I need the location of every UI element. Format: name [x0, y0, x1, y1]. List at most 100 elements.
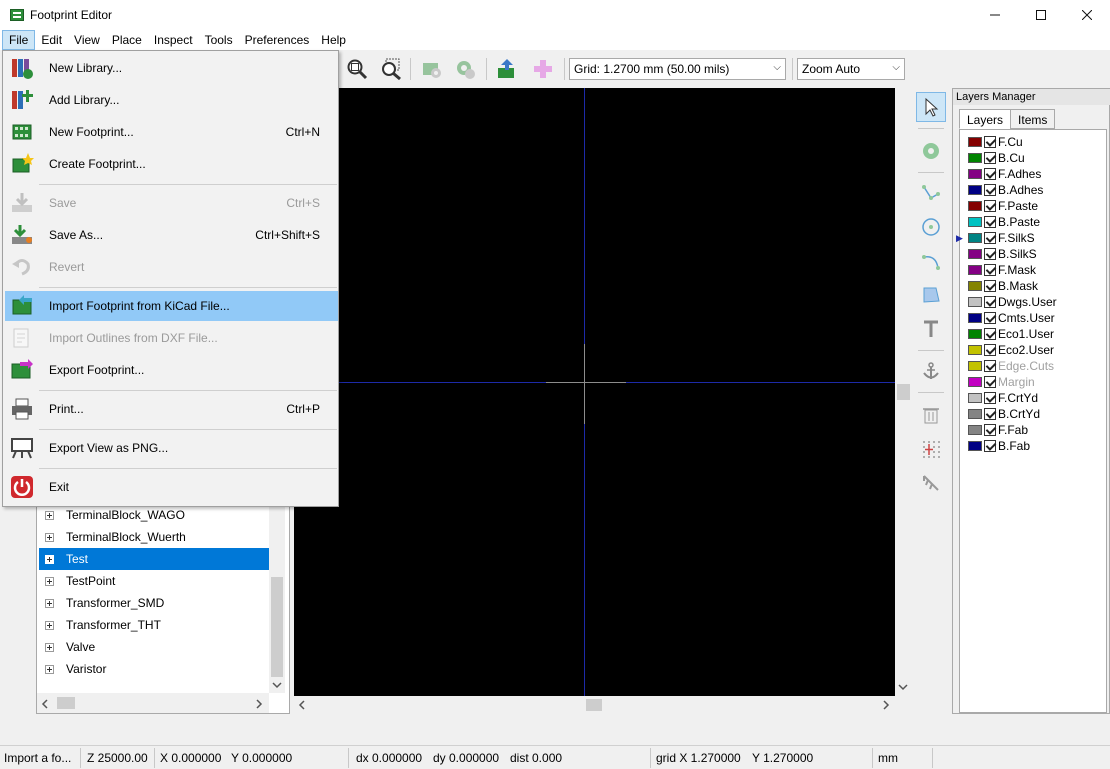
- layer-name[interactable]: B.Adhes: [998, 183, 1043, 197]
- footprint-settings-button[interactable]: [418, 56, 444, 82]
- layer-row[interactable]: F.Fab: [964, 422, 1028, 438]
- menu-preferences[interactable]: Preferences: [239, 30, 316, 50]
- layer-name[interactable]: Dwgs.User: [998, 295, 1057, 309]
- layer-name[interactable]: B.Paste: [998, 215, 1040, 229]
- draw-line-button[interactable]: [916, 178, 946, 208]
- expand-icon[interactable]: [45, 554, 54, 564]
- layer-name[interactable]: F.CrtYd: [998, 391, 1038, 405]
- list-item[interactable]: Valve: [39, 636, 269, 658]
- layer-row[interactable]: B.Fab: [964, 438, 1030, 454]
- layer-name[interactable]: F.Cu: [998, 135, 1023, 149]
- menu-item-create-footprint[interactable]: Create Footprint...: [5, 149, 338, 179]
- list-item[interactable]: Transformer_SMD: [39, 592, 269, 614]
- menu-item-import-footprint[interactable]: Import Footprint from KiCad File...: [5, 291, 338, 321]
- layer-visibility-checkbox[interactable]: [984, 312, 996, 324]
- layer-color-swatch[interactable]: [968, 137, 982, 147]
- layer-row[interactable]: Edge.Cuts: [964, 358, 1054, 374]
- layer-visibility-checkbox[interactable]: [984, 264, 996, 276]
- layer-visibility-checkbox[interactable]: [984, 344, 996, 356]
- layer-name[interactable]: Margin: [998, 375, 1035, 389]
- scroll-thumb[interactable]: [586, 699, 602, 711]
- menu-item-save-as[interactable]: Save As... Ctrl+Shift+S: [5, 220, 338, 250]
- scroll-thumb[interactable]: [897, 384, 910, 400]
- menu-inspect[interactable]: Inspect: [148, 30, 199, 50]
- layer-color-swatch[interactable]: [968, 345, 982, 355]
- layer-visibility-checkbox[interactable]: [984, 184, 996, 196]
- layer-color-swatch[interactable]: [968, 377, 982, 387]
- menu-edit[interactable]: Edit: [35, 30, 68, 50]
- menu-item-export-png[interactable]: Export View as PNG...: [5, 433, 338, 463]
- layer-color-swatch[interactable]: [968, 361, 982, 371]
- layer-row[interactable]: Dwgs.User: [964, 294, 1057, 310]
- layer-name[interactable]: Eco1.User: [998, 327, 1054, 341]
- layer-color-swatch[interactable]: [968, 265, 982, 275]
- layer-visibility-checkbox[interactable]: [984, 296, 996, 308]
- chevron-left-icon[interactable]: [41, 699, 49, 709]
- select-tool-button[interactable]: [916, 92, 946, 122]
- menu-item-revert[interactable]: Revert: [5, 252, 338, 282]
- chevron-down-icon[interactable]: [898, 683, 908, 691]
- place-anchor-button[interactable]: [916, 356, 946, 386]
- menu-view[interactable]: View: [68, 30, 106, 50]
- layer-visibility-checkbox[interactable]: [984, 440, 996, 452]
- layer-row[interactable]: F.Cu: [964, 134, 1023, 150]
- layer-name[interactable]: B.SilkS: [998, 247, 1037, 261]
- add-pad-button[interactable]: [916, 136, 946, 166]
- layer-row[interactable]: B.Mask: [964, 278, 1038, 294]
- menu-item-new-library[interactable]: New Library...: [5, 53, 338, 83]
- list-item[interactable]: TestPoint: [39, 570, 269, 592]
- layer-name[interactable]: F.Adhes: [998, 167, 1041, 181]
- scroll-thumb[interactable]: [271, 577, 283, 677]
- layer-row[interactable]: Eco2.User: [964, 342, 1054, 358]
- layer-color-swatch[interactable]: [968, 329, 982, 339]
- layer-row[interactable]: ▶ F.SilkS: [956, 230, 1035, 246]
- list-item[interactable]: TerminalBlock_Wuerth: [39, 526, 269, 548]
- layer-row[interactable]: F.Paste: [964, 198, 1038, 214]
- layer-row[interactable]: B.SilkS: [964, 246, 1037, 262]
- grid-select[interactable]: Grid: 1.2700 mm (50.00 mils) ⌵: [569, 58, 786, 80]
- layer-color-swatch[interactable]: [968, 425, 982, 435]
- layer-visibility-checkbox[interactable]: [984, 392, 996, 404]
- layer-visibility-checkbox[interactable]: [984, 280, 996, 292]
- list-item[interactable]: Varistor: [39, 658, 269, 680]
- layer-name[interactable]: F.Fab: [998, 423, 1028, 437]
- menu-help[interactable]: Help: [315, 30, 352, 50]
- layer-row[interactable]: B.CrtYd: [964, 406, 1040, 422]
- layer-visibility-checkbox[interactable]: [984, 216, 996, 228]
- load-footprint-from-board-button[interactable]: [494, 56, 520, 82]
- chevron-right-icon[interactable]: [882, 700, 890, 710]
- layer-name[interactable]: B.Cu: [998, 151, 1025, 165]
- zoom-selection-button[interactable]: [378, 56, 404, 82]
- menu-item-add-library[interactable]: Add Library...: [5, 85, 338, 115]
- insert-footprint-button[interactable]: [530, 56, 556, 82]
- menu-item-print[interactable]: Print... Ctrl+P: [5, 394, 338, 424]
- list-item[interactable]: TerminalBlock_WAGO: [39, 504, 269, 526]
- layer-visibility-checkbox[interactable]: [984, 152, 996, 164]
- draw-circle-button[interactable]: [916, 212, 946, 242]
- layer-color-swatch[interactable]: [968, 441, 982, 451]
- layer-color-swatch[interactable]: [968, 201, 982, 211]
- menu-item-exit[interactable]: Exit: [5, 472, 338, 502]
- scroll-thumb[interactable]: [57, 697, 75, 709]
- layer-row[interactable]: Eco1.User: [964, 326, 1054, 342]
- list-item-selected[interactable]: Test: [39, 548, 269, 570]
- library-horizontal-scrollbar[interactable]: [37, 693, 269, 713]
- chevron-down-icon[interactable]: [272, 681, 282, 689]
- layer-row[interactable]: B.Paste: [964, 214, 1040, 230]
- expand-icon[interactable]: [45, 532, 54, 542]
- expand-icon[interactable]: [45, 664, 54, 674]
- close-button[interactable]: [1064, 0, 1110, 30]
- measure-tool-button[interactable]: [916, 468, 946, 498]
- expand-icon[interactable]: [45, 510, 54, 520]
- draw-arc-button[interactable]: [916, 246, 946, 276]
- layer-visibility-checkbox[interactable]: [984, 376, 996, 388]
- menu-item-new-footprint[interactable]: New Footprint... Ctrl+N: [5, 117, 338, 147]
- drawing-canvas[interactable]: [294, 88, 895, 696]
- layer-color-swatch[interactable]: [968, 233, 982, 243]
- layer-name[interactable]: Edge.Cuts: [998, 359, 1054, 373]
- layer-color-swatch[interactable]: [968, 297, 982, 307]
- layer-name[interactable]: F.SilkS: [998, 231, 1035, 245]
- menu-tools[interactable]: Tools: [199, 30, 239, 50]
- tab-layers[interactable]: Layers: [959, 109, 1012, 129]
- layer-row[interactable]: B.Adhes: [964, 182, 1043, 198]
